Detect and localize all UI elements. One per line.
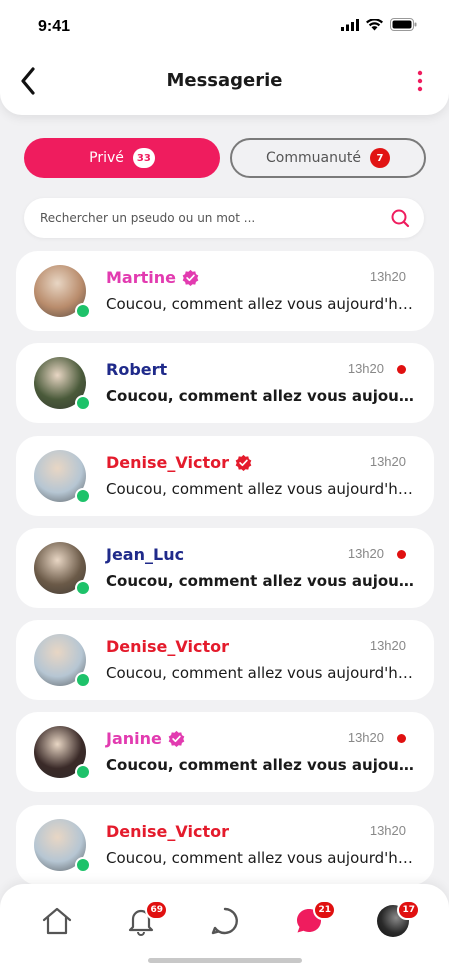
unread-indicator <box>397 734 406 744</box>
status-icons <box>341 18 417 31</box>
conversation-item[interactable]: Janine 13h20 Coucou, comment allez vous au… <box>16 712 434 793</box>
avatar-container <box>34 541 91 596</box>
more-options-button[interactable] <box>415 70 425 92</box>
conversation-item[interactable]: Denise_Victor 13h20 Coucou, comment allez … <box>16 620 434 701</box>
message-time: 13h20 <box>369 269 406 284</box>
contact-name: Denise_Victor <box>106 822 229 841</box>
contact-name: Martine <box>106 268 199 287</box>
message-time: 13h20 <box>347 361 384 377</box>
status-bar: 9:41 <box>0 0 449 50</box>
contact-name-text: Denise_Victor <box>106 821 229 841</box>
page-title: Messagerie <box>166 70 283 91</box>
avatar-container <box>34 818 91 873</box>
unread-indicator <box>397 549 406 559</box>
message-preview: Coucou, comment allez vous aujourd'hui ? <box>106 387 416 406</box>
contact-name-text: Janine <box>106 729 162 749</box>
wifi-icon <box>366 18 383 30</box>
messages-badge: 21 <box>313 900 336 920</box>
avatar-container <box>34 265 91 319</box>
tab-private-label: Privé <box>89 150 124 166</box>
signal-icon <box>341 18 359 31</box>
conversation-item[interactable]: Martine 13h20 Coucou, comment allez vous a… <box>16 251 434 331</box>
avatar-container <box>34 726 91 781</box>
contact-name-text: Robert <box>106 360 168 380</box>
message-preview: Coucou, comment allez vous aujourd'hui ? <box>106 479 416 498</box>
nav-profile[interactable]: 17 <box>376 900 420 938</box>
contact-name: Jean_Luc <box>106 545 184 564</box>
battery-icon <box>390 18 417 31</box>
message-preview: Coucou, comment allez vous aujourd'hui ? <box>106 848 416 867</box>
message-time: 13h20 <box>347 545 384 561</box>
search-input[interactable] <box>40 198 370 238</box>
notifications-badge: 69 <box>145 900 168 920</box>
profile-badge: 17 <box>397 900 420 920</box>
online-indicator <box>75 395 91 412</box>
message-preview: Coucou, comment allez vous aujourd'hui ? <box>106 664 416 683</box>
message-preview: Coucou, comment allez vous aujourd'hui ? <box>106 756 416 775</box>
tab-community[interactable]: Commuanuté 7 <box>230 138 426 178</box>
home-icon <box>42 907 72 935</box>
more-vertical-icon <box>417 70 423 92</box>
message-time: 13h20 <box>347 730 384 746</box>
online-indicator <box>75 856 91 873</box>
message-time: 13h20 <box>369 638 406 654</box>
verified-icon <box>168 731 185 748</box>
avatar-container <box>34 357 91 412</box>
unread-indicator <box>397 365 406 375</box>
header: 9:41 Messagerie <box>0 0 449 115</box>
search-bar <box>24 198 424 238</box>
conversation-item[interactable]: Denise_Victor 13h20 Coucou, comment allez … <box>16 435 434 516</box>
online-indicator <box>75 579 91 596</box>
nav-messages[interactable]: 21 <box>292 900 336 938</box>
contact-name: Robert <box>106 360 167 379</box>
nav-notifications[interactable]: 69 <box>124 900 168 938</box>
message-preview: Coucou, comment allez vous aujourd'hui ? <box>106 295 416 313</box>
online-indicator <box>75 672 91 689</box>
online-indicator <box>75 303 91 319</box>
conversation-item[interactable]: Robert 13h20 Coucou, comment allez vous au… <box>16 343 434 424</box>
contact-name-text: Jean_Luc <box>106 544 185 564</box>
search-icon[interactable] <box>390 208 410 228</box>
contact-name: Denise_Victor <box>106 637 229 656</box>
contact-name-text: Denise_Victor <box>106 637 229 657</box>
avatar-container <box>34 634 91 689</box>
tab-community-count: 7 <box>369 148 390 168</box>
message-time: 13h20 <box>369 453 406 469</box>
online-indicator <box>75 487 91 504</box>
tabs: Privé 33 Commuanuté 7 <box>24 138 426 178</box>
avatar-container <box>34 449 91 504</box>
conversation-item[interactable]: Jean_Luc 13h20 Coucou, comment allez vous … <box>16 527 434 608</box>
home-indicator <box>148 958 302 963</box>
status-time: 9:41 <box>38 18 71 35</box>
nav-chat[interactable] <box>208 904 242 938</box>
verified-icon <box>235 454 252 471</box>
conversation-item[interactable]: Denise_Victor 13h20 Coucou, comment allez … <box>16 804 434 885</box>
conversation-list: Martine 13h20 Coucou, comment allez vous a… <box>16 251 434 897</box>
contact-name: Denise_Victor <box>106 453 252 472</box>
contact-name-text: Denise_Victor <box>106 452 229 472</box>
message-time: 13h20 <box>369 822 406 838</box>
message-preview: Coucou, comment allez vous aujourd'hui ? <box>106 571 416 590</box>
nav-home[interactable] <box>40 904 74 938</box>
tab-private-count: 33 <box>132 148 155 168</box>
contact-name: Janine <box>106 729 185 748</box>
online-indicator <box>75 764 91 781</box>
verified-icon <box>182 269 199 286</box>
contact-name-text: Martine <box>106 268 176 287</box>
tab-private[interactable]: Privé 33 <box>24 138 220 178</box>
tab-community-label: Commuanuté <box>266 150 361 166</box>
chat-outline-icon <box>211 907 238 935</box>
